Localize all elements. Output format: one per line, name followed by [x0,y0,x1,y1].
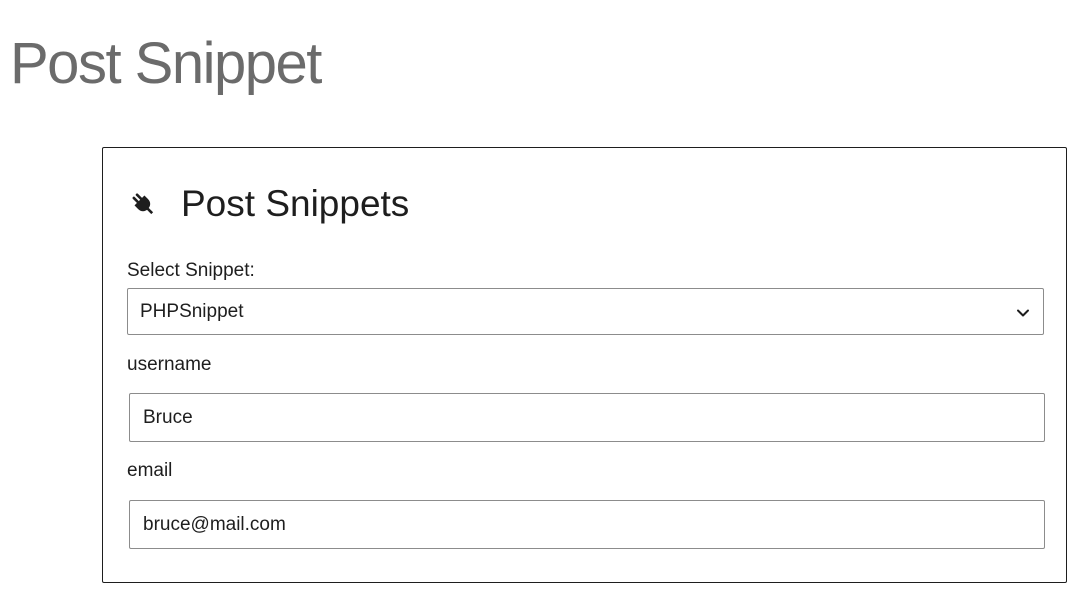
username-label: username [127,354,212,375]
snippet-select[interactable]: PHPSnippet [127,288,1044,335]
block-header: Post Snippets [129,180,409,228]
page-title: Post Snippet [10,31,322,96]
email-label: email [127,460,173,481]
chevron-down-icon [1015,305,1031,321]
post-snippets-block[interactable]: Post Snippets Select Snippet: PHPSnippet… [102,147,1067,583]
snippet-select-value: PHPSnippet [140,301,244,322]
email-input[interactable] [129,500,1045,549]
block-title: Post Snippets [181,183,410,224]
plug-icon [129,190,157,218]
select-snippet-label: Select Snippet: [127,260,255,281]
username-input[interactable] [129,393,1045,442]
